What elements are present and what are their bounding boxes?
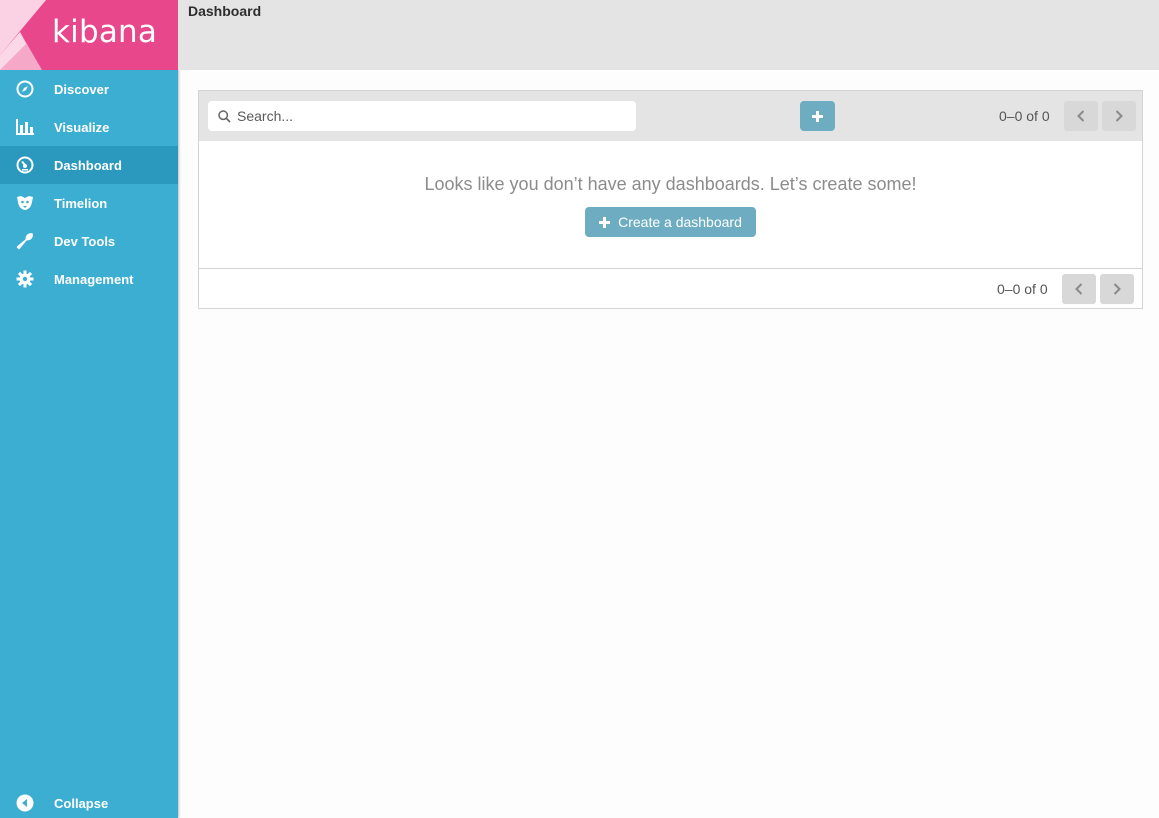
compass-icon (15, 79, 35, 99)
logo-text: kibana (52, 14, 158, 50)
empty-state: Looks like you don’t have any dashboards… (199, 141, 1142, 269)
sidebar-item-management[interactable]: Management (0, 260, 178, 298)
sidebar-item-label: Dev Tools (54, 233, 116, 249)
sidebar-item-visualize[interactable]: Visualize (0, 108, 178, 146)
sidebar-item-timelion[interactable]: Timelion (0, 184, 178, 222)
dashboard-gauge-icon (15, 155, 35, 175)
listing-footer: 0–0 of 0 (199, 269, 1142, 308)
create-dashboard-button[interactable]: Create a dashboard (585, 207, 756, 237)
listing-toolbar: 0–0 of 0 (199, 91, 1142, 141)
search-input[interactable] (237, 108, 617, 124)
next-page-button[interactable] (1101, 101, 1136, 131)
chevron-right-icon (1115, 110, 1123, 122)
kibana-logo[interactable]: kibana (0, 0, 178, 70)
sidebar-item-dashboard[interactable]: Dashboard (0, 146, 178, 184)
bar-chart-icon (15, 117, 35, 137)
pager-top: 0–0 of 0 (999, 101, 1136, 131)
sidebar-item-dev-tools[interactable]: Dev Tools (0, 222, 178, 260)
chevron-left-icon (1076, 110, 1085, 122)
dashboard-listing-panel: 0–0 of 0 Looks like you don’t have any d… (198, 90, 1143, 309)
sidebar-item-discover[interactable]: Discover (0, 70, 178, 108)
previous-page-button[interactable] (1061, 274, 1096, 304)
plus-icon (599, 216, 611, 228)
add-dashboard-button[interactable] (800, 101, 835, 131)
search-box[interactable] (208, 101, 636, 131)
pager-bottom: 0–0 of 0 (997, 274, 1134, 304)
sidebar-item-label: Dashboard (54, 157, 122, 173)
sidebar: kibana Discover Visualize Dashboard Time… (0, 0, 178, 818)
gear-icon (15, 269, 35, 289)
top-bar: Dashboard (178, 0, 1159, 70)
create-dashboard-label: Create a dashboard (618, 214, 742, 230)
pager-count: 0–0 of 0 (997, 281, 1048, 297)
kibana-logo-icon (0, 0, 46, 70)
empty-message: Looks like you don’t have any dashboards… (424, 174, 917, 194)
wrench-icon (15, 231, 35, 251)
previous-page-button[interactable] (1063, 101, 1098, 131)
chevron-right-icon (1113, 283, 1121, 295)
page-title: Dashboard (188, 3, 262, 19)
sidebar-item-label: Timelion (54, 195, 108, 211)
collapse-button[interactable]: Collapse (0, 788, 178, 818)
pager-count: 0–0 of 0 (999, 108, 1050, 124)
search-icon (218, 109, 231, 123)
sidebar-item-label: Visualize (54, 119, 110, 135)
collapse-arrow-icon (15, 793, 35, 813)
timelion-icon (15, 193, 35, 213)
sidebar-item-label: Discover (54, 81, 109, 97)
collapse-label: Collapse (54, 795, 109, 811)
sidebar-item-label: Management (54, 271, 134, 287)
chevron-left-icon (1074, 283, 1083, 295)
plus-icon (812, 110, 823, 122)
next-page-button[interactable] (1099, 274, 1134, 304)
